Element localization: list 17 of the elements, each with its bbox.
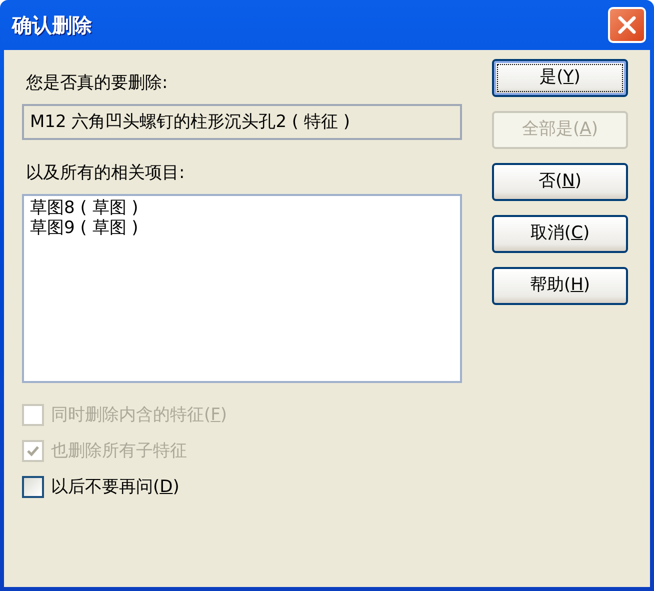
dialog-button[interactable]: 帮助(H)	[492, 267, 628, 305]
close-button[interactable]	[608, 7, 646, 43]
target-field: M12 六角凹头螺钉的柱形沉头孔2 ( 特征 )	[22, 104, 462, 140]
dialog-button[interactable]: 否(N)	[492, 163, 628, 201]
window-title: 确认删除	[12, 12, 92, 39]
check-icon	[26, 444, 40, 458]
list-item[interactable]: 草图9 ( 草图 )	[30, 218, 454, 238]
list-item[interactable]: 草图8 ( 草图 )	[30, 198, 454, 218]
dialog-button[interactable]: 取消(C)	[492, 215, 628, 253]
dialog-button[interactable]: 是(Y)	[492, 59, 628, 97]
prompt-label: 您是否真的要删除:	[26, 72, 169, 94]
close-icon	[616, 14, 638, 36]
checkbox-label: 以后不要再问(D)	[51, 476, 180, 499]
checkbox-label: 同时删除内含的特征(F)	[51, 404, 228, 427]
checkbox-label: 也删除所有子特征	[51, 440, 187, 463]
related-label: 以及所有的相关项目:	[26, 162, 186, 184]
checkbox[interactable]	[22, 476, 44, 498]
